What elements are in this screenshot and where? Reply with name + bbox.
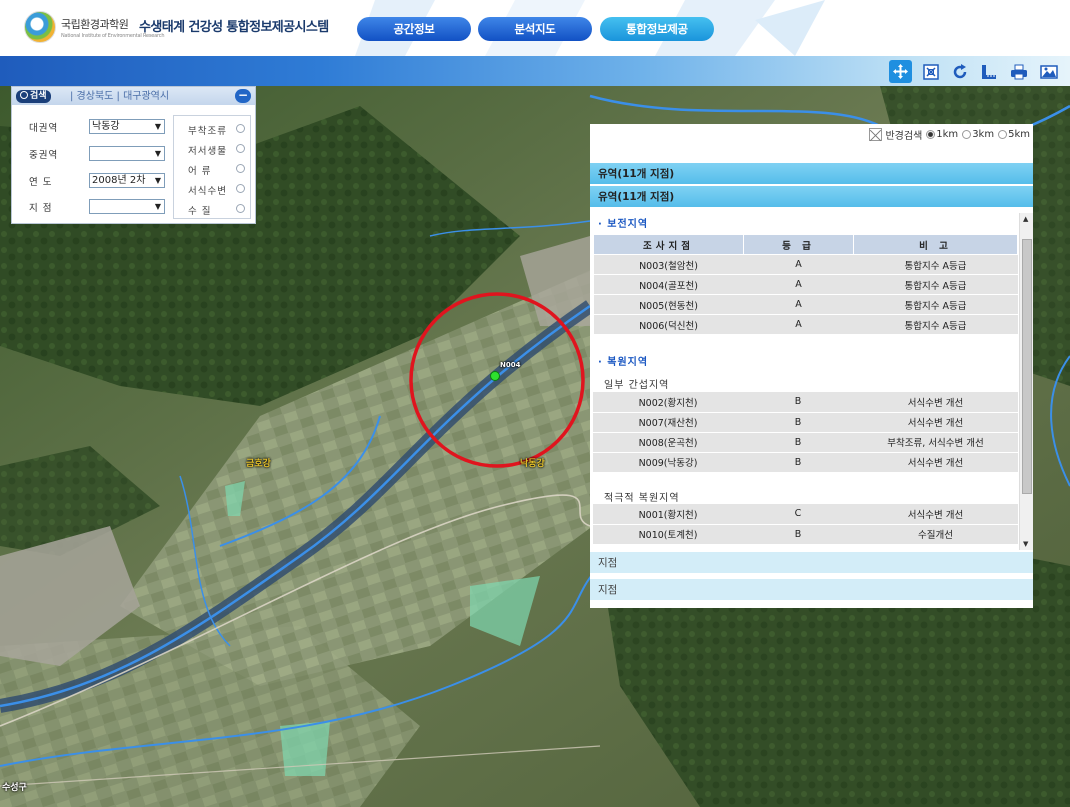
col-site: 조사지점 (593, 234, 744, 255)
measure-icon[interactable] (977, 60, 1000, 83)
table-row[interactable]: N004(골포천) A 통합지수 A등급 (593, 274, 1018, 295)
table-row[interactable]: N009(낙동강) B 서식수변 개선 (593, 452, 1018, 473)
radius-search-checkbox[interactable] (869, 128, 883, 141)
map-label-district: 수성구 (2, 783, 27, 793)
field-site: 지 점 ▼ (29, 199, 165, 214)
move-icon[interactable] (889, 60, 912, 83)
table-row[interactable]: N005(현동천) A 통합지수 A등급 (593, 294, 1018, 315)
field-subbasin-label: 중권역 (29, 149, 59, 161)
full-extent-icon[interactable] (919, 60, 942, 83)
radius-3km-label: 3km (972, 129, 995, 140)
nav-spatial-info-button[interactable]: 공간정보 (357, 17, 471, 41)
search-panel-header: 검색 | 경상북도 | 대구광역시 − (12, 87, 255, 105)
results-scroll-area: · 보전지역 조사지점 등 급 비 고 N003(철암천) A 통합지수 A등급 N… (590, 213, 1033, 550)
radius-search-label: 반경검색 (885, 131, 923, 142)
institute-emblem-icon (24, 11, 56, 43)
radius-1km-radio[interactable] (926, 130, 936, 139)
scroll-up-icon[interactable]: ▲ (1023, 215, 1028, 223)
radius-5km-radio[interactable] (998, 130, 1008, 139)
app-header: 국립환경과학원 National Institute of Environmen… (0, 0, 1070, 56)
search-region-breadcrumb: | 경상북도 | 대구광역시 (70, 91, 170, 102)
basin-accordion-1[interactable]: 유역(11개 지점) (590, 163, 1033, 185)
option-water-quality-radio[interactable] (236, 204, 245, 213)
col-grade: 등 급 (743, 234, 854, 255)
field-basin: 대권역 낙동강 ▼ (29, 119, 165, 134)
indicator-options: 부착조류 저서생물 어 류 서식수변 수 질 (173, 115, 251, 219)
option-periphyton-label: 부착조류 (188, 126, 227, 137)
table-row[interactable]: N003(철암천) A 통합지수 A등급 (593, 254, 1018, 275)
conservation-table: 조사지점 등 급 비 고 N003(철암천) A 통합지수 A등급 N004(골포천… (593, 234, 1018, 335)
table-row[interactable]: N007(재산천) B 서식수변 개선 (593, 412, 1018, 433)
scrollbar-thumb[interactable] (1022, 239, 1032, 494)
site-accordion-1[interactable]: 지점 (590, 552, 1033, 574)
site-accordion-2[interactable]: 지점 (590, 579, 1033, 601)
table-row[interactable]: N010(토계천) B 수질개선 (593, 524, 1018, 545)
option-fish-label: 어 류 (188, 166, 212, 177)
option-benthic-label: 저서생물 (188, 146, 227, 157)
option-periphyton-radio[interactable] (236, 124, 245, 133)
option-habitat-radio[interactable] (236, 184, 245, 193)
site-marker[interactable] (490, 371, 500, 381)
site-title: 수생태계 건강성 통합정보제공시스템 (139, 20, 329, 35)
radius-1km-label: 1km (936, 129, 959, 140)
subsection-partial-interference: 일부 간섭지역 (604, 380, 670, 391)
map-label-site: N004 (500, 361, 521, 369)
option-fish-radio[interactable] (236, 164, 245, 173)
field-year: 연 도 2008년 2차 ▼ (29, 173, 165, 188)
chevron-down-icon: ▼ (154, 149, 161, 158)
option-benthic-radio[interactable] (236, 144, 245, 153)
radius-search: 반경검색 1km 3km 5km (869, 127, 1030, 142)
basin-select[interactable]: 낙동강 ▼ (89, 119, 165, 134)
table-row[interactable]: N002(황지천) B 서식수변 개선 (593, 392, 1018, 413)
table-row[interactable]: N006(덕신천) A 통합지수 A등급 (593, 314, 1018, 335)
active-restoration-table: N001(황지천) C 서식수변 개선 N010(토계천) B 수질개선 (593, 504, 1018, 545)
chevron-down-icon: ▼ (154, 202, 161, 211)
field-basin-label: 대권역 (29, 122, 59, 134)
map-toolbar (0, 56, 1070, 86)
partial-interference-table: N002(황지천) B 서식수변 개선 N007(재산천) B 서식수변 개선 N008… (593, 392, 1018, 473)
refresh-icon[interactable] (948, 60, 971, 83)
option-water-quality-label: 수 질 (188, 206, 212, 217)
nav-integrated-info-button[interactable]: 통합정보제공 (600, 17, 714, 41)
print-icon[interactable] (1007, 60, 1030, 83)
section-restoration: · 복원지역 (598, 357, 649, 368)
nav-analysis-map-button[interactable]: 분석지도 (478, 17, 592, 41)
year-select[interactable]: 2008년 2차 ▼ (89, 173, 165, 188)
field-site-label: 지 점 (29, 202, 53, 214)
search-panel: 검색 | 경상북도 | 대구광역시 − 대권역 낙동강 ▼ 중권역 ▼ 연 도 2… (11, 86, 256, 224)
table-row[interactable]: N008(운곡천) B 부착조류, 서식수변 개선 (593, 432, 1018, 453)
map-label-geumho: 금호강 (246, 459, 271, 469)
table-header-row: 조사지점 등 급 비 고 (593, 234, 1018, 255)
search-tab[interactable]: 검색 (16, 90, 51, 103)
collapse-icon[interactable]: − (235, 89, 251, 103)
site-select[interactable]: ▼ (89, 199, 165, 214)
save-image-icon[interactable] (1037, 60, 1060, 83)
subbasin-select[interactable]: ▼ (89, 146, 165, 161)
section-conservation: · 보전지역 (598, 219, 649, 230)
results-scrollbar[interactable]: ▲ ▼ (1019, 213, 1033, 550)
basin-accordion-2[interactable]: 유역(11개 지점) (590, 186, 1033, 208)
option-habitat-label: 서식수변 (188, 186, 227, 197)
col-note: 비 고 (853, 234, 1018, 255)
field-subbasin: 중권역 ▼ (29, 146, 165, 161)
radius-3km-radio[interactable] (962, 130, 972, 139)
table-row[interactable]: N001(황지천) C 서식수변 개선 (593, 504, 1018, 525)
scroll-down-icon[interactable]: ▼ (1023, 540, 1028, 548)
field-year-label: 연 도 (29, 176, 53, 188)
results-panel: 반경검색 1km 3km 5km 유역(11개 지점) 유역(11개 지점) ·… (590, 124, 1033, 608)
subsection-active-restoration: 적극적 복원지역 (604, 493, 680, 504)
chevron-down-icon: ▼ (154, 176, 161, 185)
chevron-down-icon: ▼ (154, 122, 161, 131)
radius-5km-label: 5km (1008, 129, 1030, 140)
map-label-nakdong: 낙동강 (520, 459, 545, 469)
